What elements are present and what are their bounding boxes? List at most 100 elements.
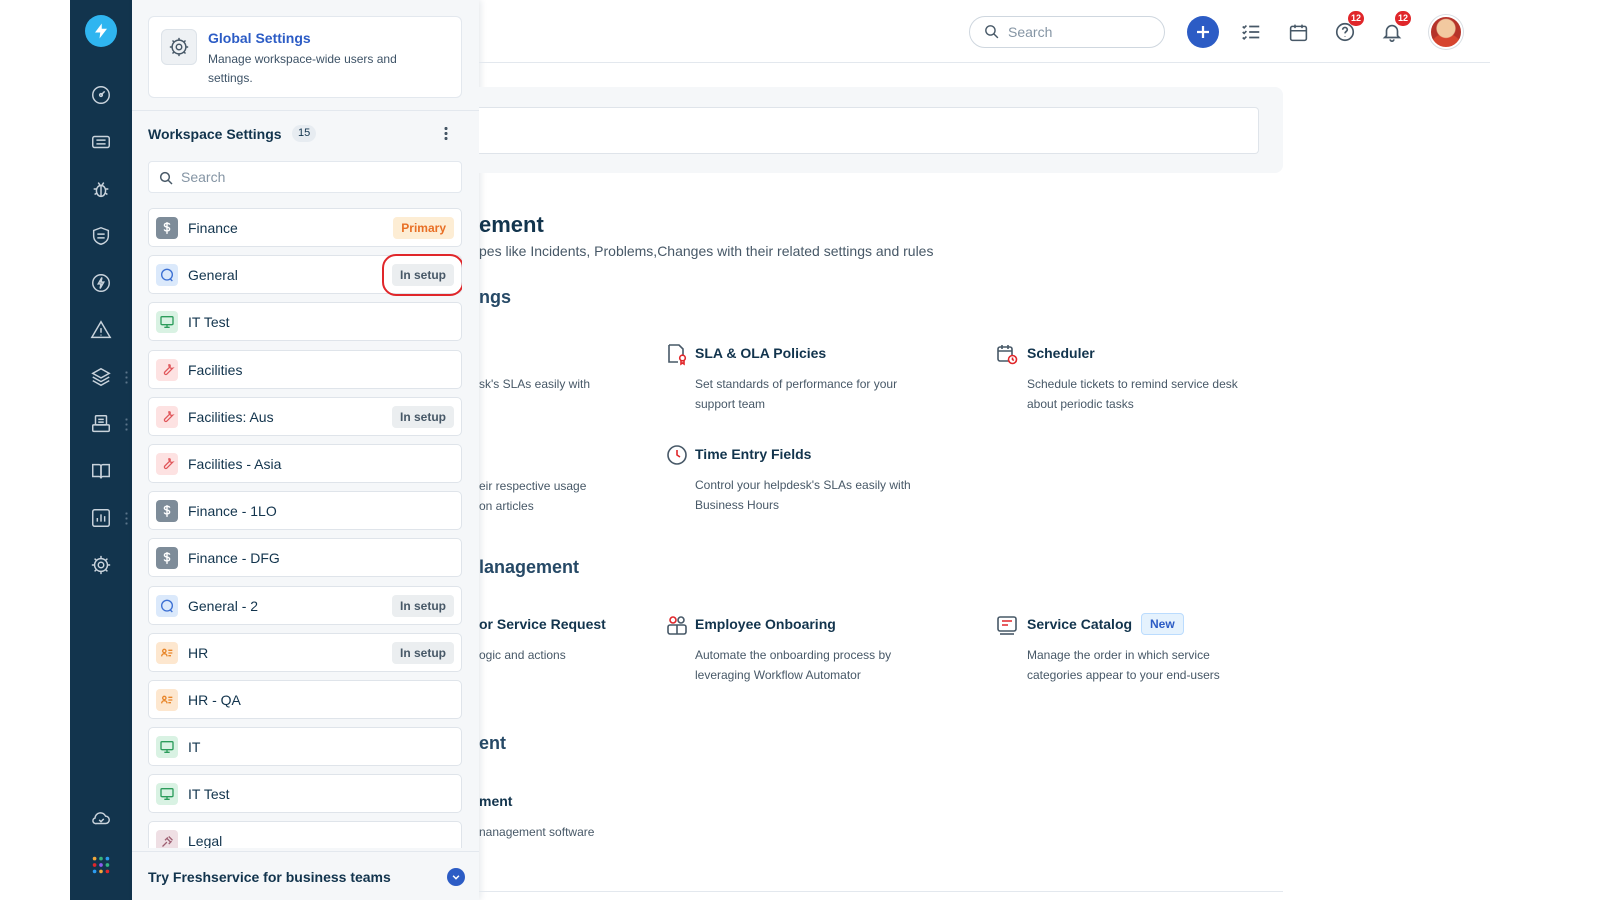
try-business-teams-link[interactable]: Try Freshservice for business teams bbox=[148, 869, 391, 885]
dollar-icon bbox=[156, 547, 178, 570]
help-button[interactable]: 12 bbox=[1329, 11, 1364, 48]
subsection-title: ent bbox=[479, 733, 506, 753]
notifications-button[interactable]: 12 bbox=[1376, 11, 1411, 48]
workspace-item[interactable]: General In setup bbox=[148, 254, 462, 297]
global-settings-card[interactable]: Global Settings Manage workspace-wide us… bbox=[148, 16, 462, 98]
dashboard-icon[interactable] bbox=[89, 83, 113, 107]
service-catalog-link[interactable]: Service Catalog bbox=[1027, 616, 1132, 632]
rail-expand-handle[interactable] bbox=[125, 370, 128, 384]
panel-divider bbox=[132, 110, 479, 111]
freshservice-logo-icon[interactable] bbox=[85, 15, 117, 47]
monitor-icon bbox=[156, 311, 178, 334]
in-setup-badge: In setup bbox=[381, 254, 462, 297]
in-setup-badge: In setup bbox=[391, 405, 454, 428]
header-divider bbox=[479, 62, 1490, 63]
card-description-fragment: eir respective usage bbox=[479, 479, 587, 493]
employee-onboarding-description: Automate the onboarding process by lever… bbox=[695, 648, 892, 682]
sla-ola-policies-description: Set standards of performance for your su… bbox=[695, 377, 898, 411]
cloud-icon[interactable] bbox=[89, 806, 113, 830]
new-item-button[interactable] bbox=[1187, 16, 1219, 48]
workspace-item-name: Facilities - Asia bbox=[188, 455, 282, 472]
wrench-icon bbox=[156, 452, 178, 475]
workspace-item[interactable]: Legal bbox=[148, 821, 462, 848]
chevron-down-icon[interactable] bbox=[447, 868, 465, 886]
workspace-item[interactable]: General - 2 In setup bbox=[148, 585, 462, 625]
id-card-icon bbox=[156, 641, 178, 664]
card-description-fragment: nanagement software bbox=[479, 825, 595, 839]
workspace-item-name: Finance - DFG bbox=[188, 550, 280, 567]
solutions-book-icon[interactable] bbox=[89, 459, 113, 483]
card-description-fragment: sk's SLAs easily with bbox=[479, 377, 590, 391]
problems-bug-icon[interactable] bbox=[89, 177, 113, 201]
employee-onboarding-link[interactable]: Employee Onboaring bbox=[695, 616, 836, 632]
workspace-item[interactable]: IT Test bbox=[148, 774, 462, 814]
workspace-settings-panel: Global Settings Manage workspace-wide us… bbox=[132, 0, 479, 900]
workspace-item[interactable]: Facilities - Asia bbox=[148, 443, 462, 483]
wrench-icon bbox=[156, 405, 178, 428]
workspace-item[interactable]: HR - QA bbox=[148, 679, 462, 719]
workspace-item[interactable]: HR In setup bbox=[148, 632, 462, 672]
clock-icon bbox=[665, 443, 689, 467]
monitor-icon bbox=[156, 736, 178, 759]
time-entry-fields-link[interactable]: Time Entry Fields bbox=[695, 446, 811, 462]
workspace-item-name: Finance bbox=[188, 220, 238, 236]
global-settings-title[interactable]: Global Settings bbox=[208, 30, 311, 46]
dollar-icon bbox=[156, 217, 178, 239]
chat-bubble-icon bbox=[156, 264, 178, 287]
workspace-item-name: General bbox=[188, 267, 238, 284]
workspace-item[interactable]: IT Test bbox=[148, 302, 462, 342]
workspace-item[interactable]: IT bbox=[148, 727, 462, 767]
section-description: pes like Incidents, Problems,Changes wit… bbox=[479, 243, 934, 259]
workspace-item[interactable]: Finance Primary bbox=[148, 208, 462, 247]
global-settings-description: Manage workspace-wide users and settings… bbox=[208, 52, 397, 85]
in-setup-badge: In setup bbox=[391, 594, 454, 617]
admin-search-field[interactable] bbox=[479, 107, 1259, 154]
workspace-item[interactable]: Finance - DFG bbox=[148, 538, 462, 578]
workspace-item-name: Facilities bbox=[188, 361, 243, 378]
workspace-item-name: Legal bbox=[188, 833, 223, 848]
calendar-clock-icon bbox=[995, 342, 1019, 366]
card-title-fragment[interactable]: or Service Request bbox=[479, 616, 606, 632]
checklist-icon bbox=[1242, 24, 1260, 41]
calendar-button[interactable] bbox=[1282, 16, 1314, 48]
workspace-search-input[interactable] bbox=[148, 161, 462, 193]
workspace-item-name: HR bbox=[188, 644, 209, 661]
help-count-badge: 12 bbox=[1347, 11, 1364, 26]
id-card-icon bbox=[156, 688, 178, 711]
new-badge: New bbox=[1141, 613, 1184, 635]
more-options-icon[interactable] bbox=[443, 126, 449, 142]
admin-gear-icon[interactable] bbox=[89, 553, 113, 577]
contracts-printer-icon[interactable] bbox=[89, 412, 113, 436]
subsection-title: lanagement bbox=[479, 557, 580, 577]
in-setup-badge: In setup bbox=[391, 641, 454, 664]
card-title-fragment[interactable]: ment bbox=[479, 793, 512, 809]
scheduler-link[interactable]: Scheduler bbox=[1027, 345, 1095, 361]
rail-expand-handle[interactable] bbox=[125, 511, 128, 525]
assets-layers-icon[interactable] bbox=[89, 365, 113, 389]
section-title: ement bbox=[479, 212, 544, 237]
left-nav-rail bbox=[70, 0, 132, 900]
todo-list-button[interactable] bbox=[1235, 16, 1267, 48]
gear-icon bbox=[161, 29, 197, 65]
workspace-item-name: IT bbox=[188, 739, 201, 756]
workspace-list: Finance Primary General In setup IT Test Faci… bbox=[148, 208, 462, 848]
workspace-item[interactable]: Facilities bbox=[148, 349, 462, 389]
panel-footer[interactable]: Try Freshservice for business teams bbox=[132, 851, 479, 900]
sla-badge-icon bbox=[665, 342, 689, 366]
sla-ola-policies-link[interactable]: SLA & OLA Policies bbox=[695, 345, 826, 361]
service-catalog-description: Manage the order in which service catego… bbox=[1027, 648, 1220, 682]
content-bottom-divider bbox=[479, 891, 1283, 892]
rail-expand-handle[interactable] bbox=[125, 417, 128, 431]
reports-chart-icon[interactable] bbox=[89, 506, 113, 530]
plus-icon bbox=[1197, 26, 1209, 38]
user-avatar[interactable] bbox=[1429, 15, 1463, 49]
workspace-item[interactable]: Facilities: Aus In setup bbox=[148, 396, 462, 436]
tickets-icon[interactable] bbox=[89, 130, 113, 154]
changes-shield-icon[interactable] bbox=[89, 224, 113, 248]
alerts-warning-icon[interactable] bbox=[89, 318, 113, 342]
dollar-icon bbox=[156, 500, 178, 523]
releases-bolt-icon[interactable] bbox=[89, 271, 113, 295]
workspace-item[interactable]: Finance - 1LO bbox=[148, 491, 462, 531]
app-switcher-grid-icon[interactable] bbox=[89, 853, 113, 877]
primary-badge: Primary bbox=[393, 217, 454, 239]
